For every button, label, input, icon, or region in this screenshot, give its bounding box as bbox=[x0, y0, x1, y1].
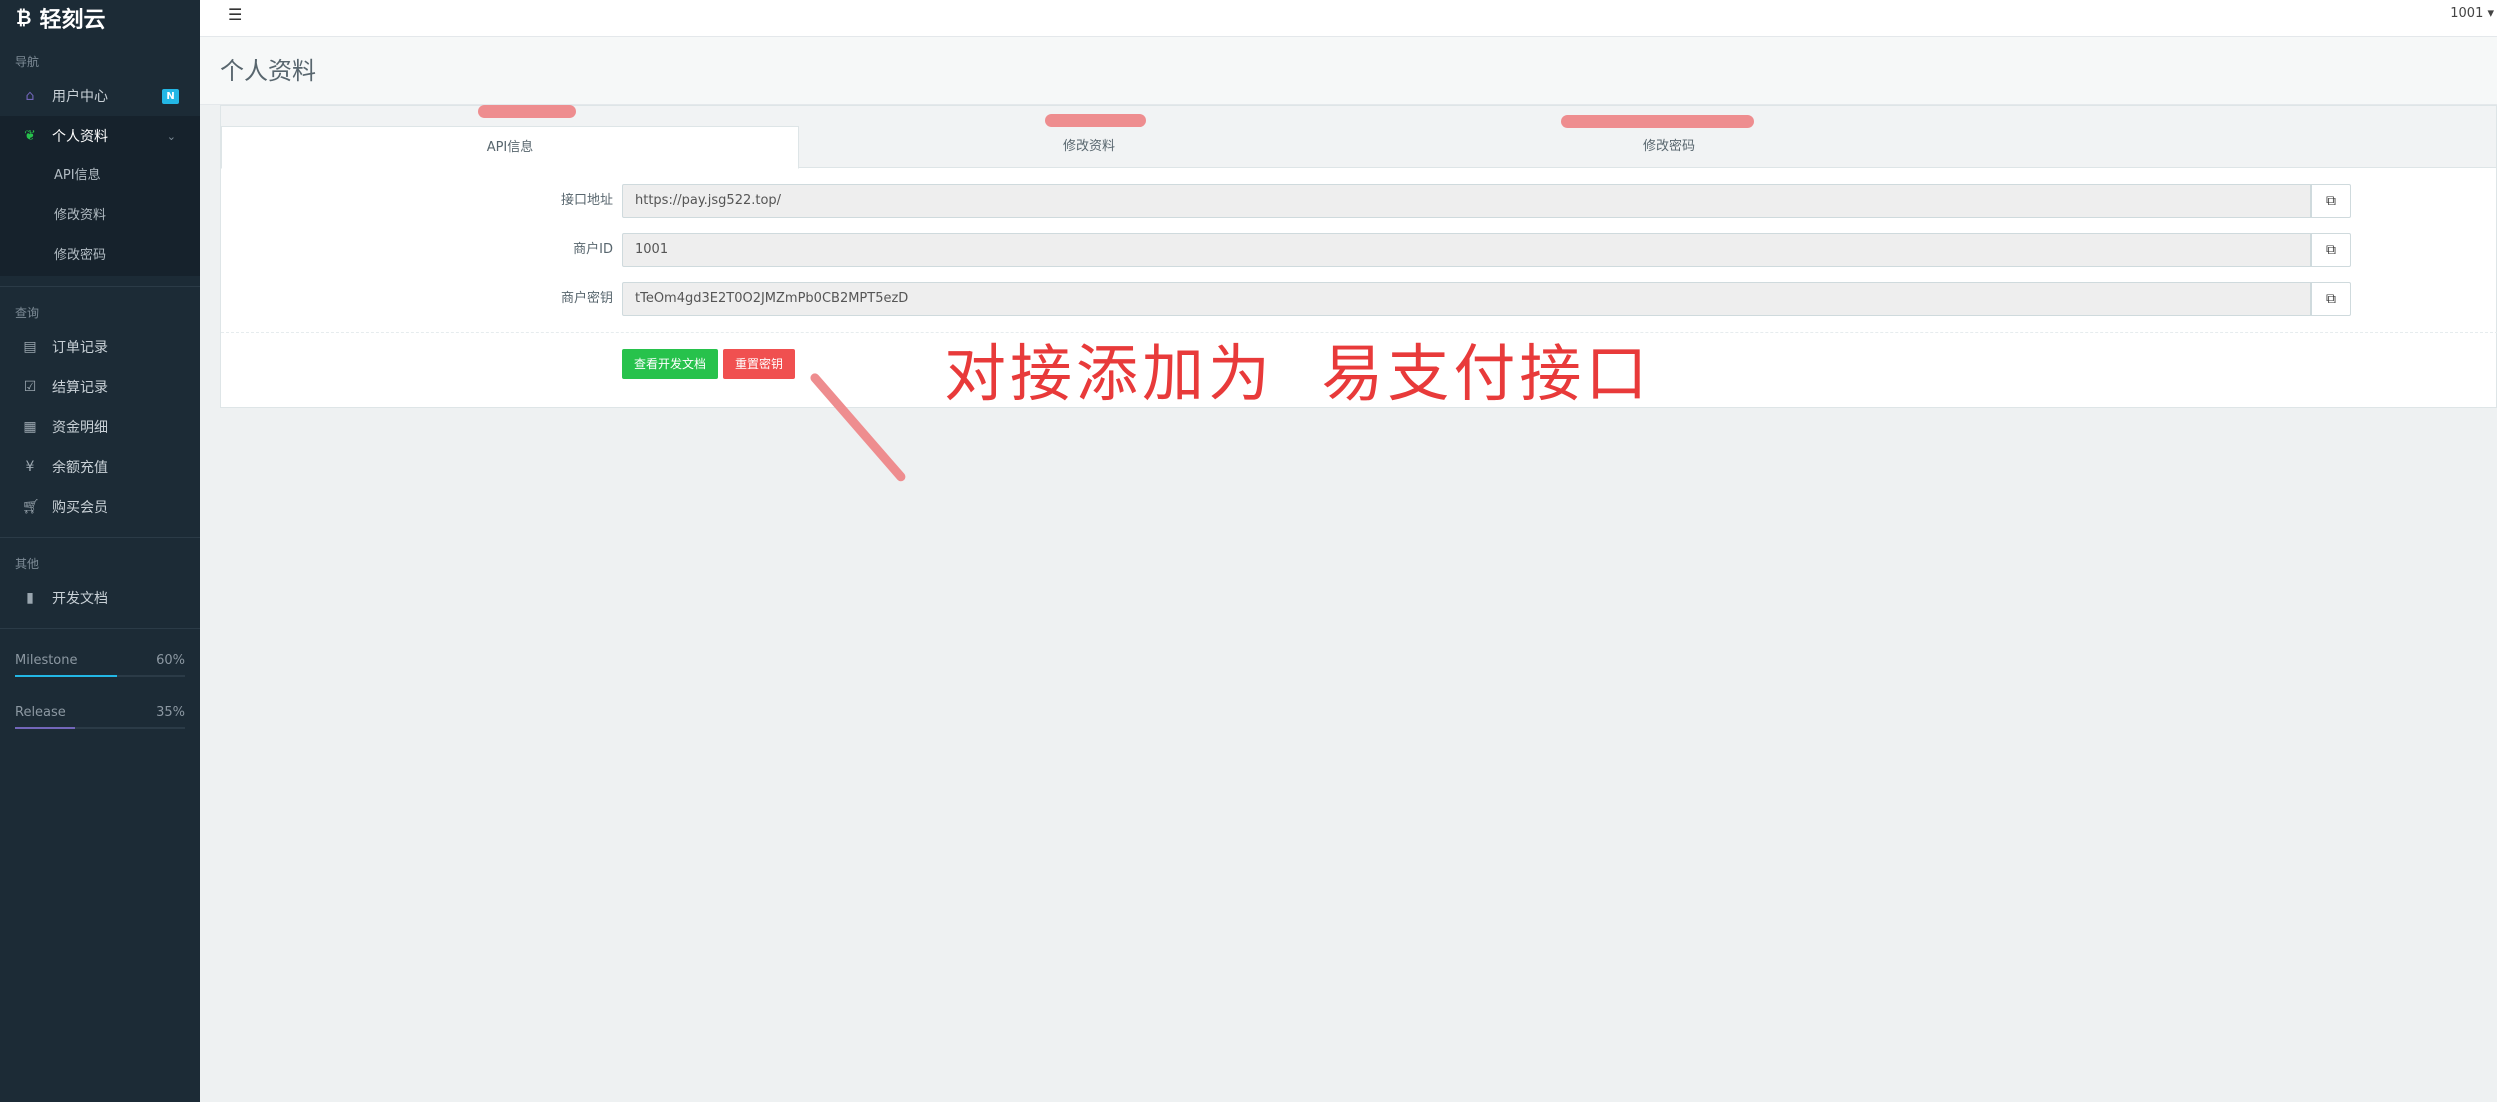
sidebar-item-label: 余额充值 bbox=[52, 460, 108, 476]
menu-toggle-icon[interactable]: ☰ bbox=[228, 5, 242, 24]
brand[interactable]: ₿ 轻刻云 bbox=[0, 0, 200, 36]
sidebar-item-label: 购买会员 bbox=[52, 500, 108, 516]
query-section-header: 查询 bbox=[15, 306, 40, 320]
subnav-item-api-info[interactable]: API信息 bbox=[0, 156, 200, 196]
progress-milestone: Milestone 60% bbox=[0, 649, 200, 677]
progress-fill bbox=[15, 675, 117, 677]
cart-icon: 🛒︎ bbox=[22, 499, 40, 515]
table-icon: ▦ bbox=[23, 419, 37, 435]
field-label: 接口地址 bbox=[560, 193, 613, 208]
progress-value: 35% bbox=[156, 704, 185, 720]
new-badge: N bbox=[162, 89, 179, 104]
redaction-mark bbox=[478, 105, 576, 118]
bitcoin-icon: ₿ bbox=[16, 6, 32, 29]
sidebar-item-settlements[interactable]: ☑ 结算记录 bbox=[0, 367, 200, 407]
field-label: 商户ID bbox=[573, 242, 613, 257]
check-square-icon: ☑ bbox=[23, 379, 37, 395]
progress-label: Release bbox=[15, 704, 66, 720]
sidebar-item-user-center[interactable]: ⌂ 用户中心 N bbox=[0, 76, 200, 116]
api-url-field[interactable]: https://pay.jsg522.top/ bbox=[622, 184, 2311, 218]
tab-edit-profile[interactable]: 修改资料 bbox=[799, 126, 1379, 168]
merchant-id-field[interactable]: 1001 bbox=[622, 233, 2311, 267]
sidebar-item-label: 资金明细 bbox=[52, 420, 108, 436]
progress-release: Release 35% bbox=[0, 701, 200, 729]
sidebar-divider bbox=[0, 286, 200, 287]
copy-merchant-id-button[interactable]: ⧉ bbox=[2311, 233, 2351, 267]
subnav-item-edit-profile[interactable]: 修改资料 bbox=[0, 196, 200, 236]
sidebar-item-label: 个人资料 bbox=[52, 129, 108, 145]
tab-api-info[interactable]: API信息 bbox=[221, 126, 799, 169]
reset-key-button[interactable]: 重置密钥 bbox=[723, 349, 796, 379]
top-header: ☰ 1001 ▾ bbox=[200, 0, 2497, 37]
user-menu[interactable]: 1001 ▾ bbox=[2450, 6, 2494, 21]
sidebar-item-label: 订单记录 bbox=[52, 340, 108, 356]
annotation-text: 对接添加为 易支付接口 bbox=[944, 337, 1652, 410]
sidebar: ₿ 轻刻云 导航 ⌂ 用户中心 N ❦ 个人资料 ⌄ API信息 修改资料 修改… bbox=[0, 0, 200, 1102]
sidebar-item-label: 开发文档 bbox=[52, 591, 108, 607]
sidebar-divider bbox=[0, 537, 200, 538]
progress-track bbox=[15, 727, 185, 729]
progress-fill bbox=[15, 727, 75, 729]
sidebar-item-membership[interactable]: 🛒︎ 购买会员 bbox=[0, 487, 200, 527]
sidebar-item-profile[interactable]: ❦ 个人资料 ⌄ bbox=[0, 116, 200, 156]
copy-icon: ⧉ bbox=[2326, 242, 2336, 258]
progress-label: Milestone bbox=[15, 652, 78, 668]
subnav-item-change-password[interactable]: 修改密码 bbox=[0, 236, 200, 276]
copy-api-url-button[interactable]: ⧉ bbox=[2311, 184, 2351, 218]
copy-icon: ⧉ bbox=[2326, 193, 2336, 209]
brand-name: 轻刻云 bbox=[39, 8, 106, 33]
tab-change-password[interactable]: 修改密码 bbox=[1379, 126, 1959, 168]
chevron-down-icon: ⌄ bbox=[166, 129, 176, 143]
sidebar-item-docs[interactable]: ▮ 开发文档 bbox=[0, 578, 200, 618]
progress-track bbox=[15, 675, 185, 677]
profile-subnav: API信息 修改资料 修改密码 bbox=[0, 156, 200, 276]
tab-bar: API信息 修改资料 修改密码 bbox=[221, 105, 2496, 169]
sidebar-item-funds[interactable]: ▦ 资金明细 bbox=[0, 407, 200, 447]
list-icon: ▤ bbox=[23, 339, 37, 355]
copy-merchant-key-button[interactable]: ⧉ bbox=[2311, 282, 2351, 316]
book-icon: ▮ bbox=[26, 590, 34, 606]
leaf-icon: ❦ bbox=[24, 128, 36, 144]
nav-section-header: 导航 bbox=[15, 55, 40, 69]
merchant-key-field[interactable]: tTeOm4gd3E2T0O2JMZmPb0CB2MPT5ezD bbox=[622, 282, 2311, 316]
form-row-merchant-key: 商户密钥 tTeOm4gd3E2T0O2JMZmPb0CB2MPT5ezD ⧉ bbox=[221, 282, 2497, 316]
page-title-bar: 个人资料 bbox=[200, 37, 2497, 105]
yen-icon: ¥ bbox=[25, 459, 35, 475]
form-row-merchant-id: 商户ID 1001 ⧉ bbox=[221, 233, 2497, 267]
home-icon: ⌂ bbox=[25, 88, 35, 104]
sidebar-item-orders[interactable]: ▤ 订单记录 bbox=[0, 327, 200, 367]
field-label: 商户密钥 bbox=[560, 291, 613, 306]
copy-icon: ⧉ bbox=[2326, 291, 2336, 307]
sidebar-item-label: 用户中心 bbox=[52, 89, 108, 105]
sidebar-item-recharge[interactable]: ¥ 余额充值 bbox=[0, 447, 200, 487]
progress-value: 60% bbox=[156, 652, 185, 668]
other-section-header: 其他 bbox=[15, 557, 40, 571]
page-title: 个人资料 bbox=[220, 57, 316, 85]
form-row-api-url: 接口地址 https://pay.jsg522.top/ ⧉ bbox=[221, 184, 2497, 218]
view-docs-button[interactable]: 查看开发文档 bbox=[622, 349, 719, 379]
sidebar-item-label: 结算记录 bbox=[52, 380, 108, 396]
sidebar-divider bbox=[0, 628, 200, 629]
